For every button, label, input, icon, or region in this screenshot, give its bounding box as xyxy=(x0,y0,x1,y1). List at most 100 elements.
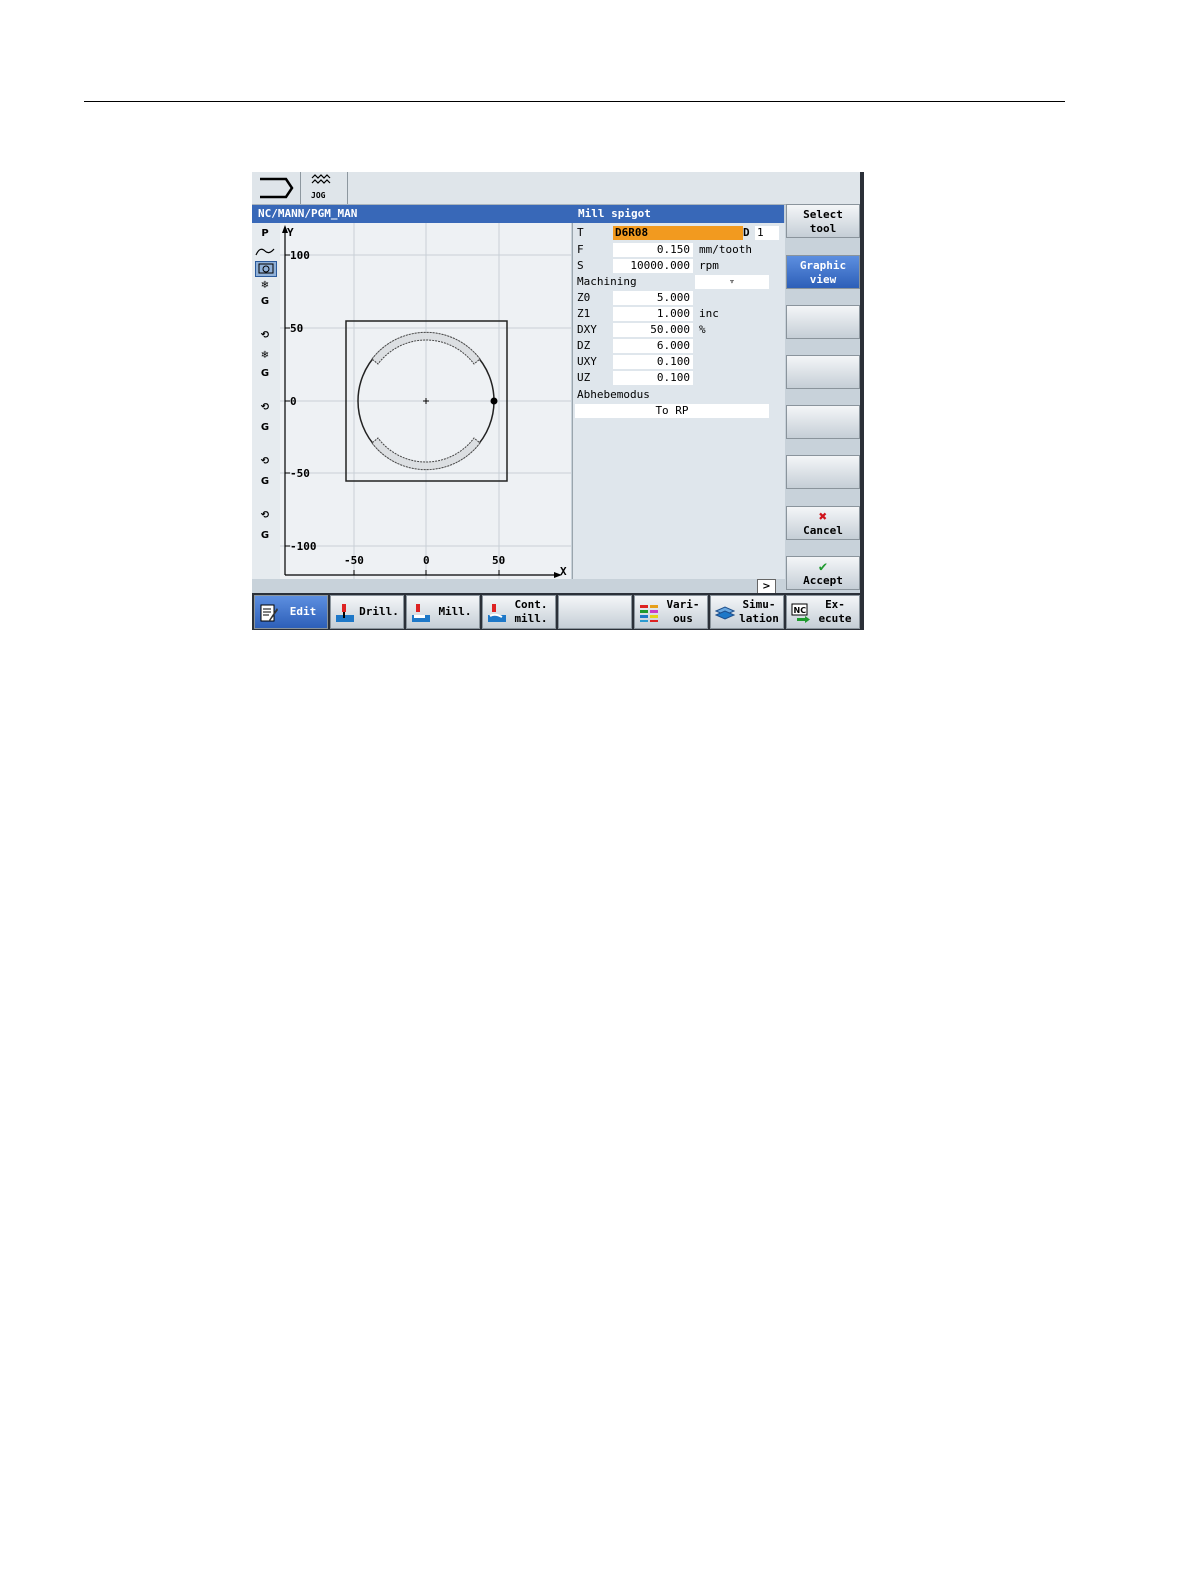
speed-field[interactable]: 10000.000 xyxy=(613,259,693,273)
param-label: Z1 xyxy=(577,307,591,320)
g-code-step-3[interactable]: G xyxy=(255,421,275,435)
accept-button[interactable]: ✔ Accept xyxy=(786,556,860,590)
param-label: UXY xyxy=(577,355,597,368)
softkey-label: Edit xyxy=(289,605,317,618)
contour-mill-softkey[interactable]: Cont. mill. xyxy=(482,595,556,629)
execute-softkey[interactable]: NC Ex- ecute xyxy=(786,595,860,629)
parameter-panel: T D6R08 D 1 F 0.150 mm/tooth S 10000.000… xyxy=(572,223,785,579)
cycle-title: Mill spigot xyxy=(572,205,784,223)
z0-field[interactable]: 5.000 xyxy=(613,291,693,305)
jog-icon xyxy=(311,174,331,184)
contour-step-icon[interactable] xyxy=(255,245,275,259)
param-row-retract: To RP xyxy=(573,403,785,419)
d-label: D xyxy=(743,226,750,239)
param-row-uxy: UXY 0.100 xyxy=(573,354,785,370)
start-point-marker xyxy=(490,397,498,405)
screen-right-edge xyxy=(860,172,864,630)
jog-mode-label: JOG xyxy=(311,191,326,200)
top-bar: JOG xyxy=(252,172,860,205)
y-tick: -100 xyxy=(290,540,317,553)
edit-icon xyxy=(260,604,278,622)
param-row-uz: UZ 0.100 xyxy=(573,370,785,386)
program-header-step[interactable]: P xyxy=(255,227,275,241)
more-parameters-button[interactable]: > xyxy=(757,579,776,594)
vertical-softkey-5[interactable] xyxy=(786,405,860,439)
drill-softkey[interactable]: Drill. xyxy=(330,595,404,629)
x-tick: 50 xyxy=(492,554,505,567)
machine-area-icon[interactable] xyxy=(258,176,296,200)
param-label: F xyxy=(577,243,584,256)
uxy-field[interactable]: 0.100 xyxy=(613,355,693,369)
retract-mode-field[interactable]: To RP xyxy=(575,404,769,418)
program-path: NC/MANN/PGM_MAN xyxy=(252,205,572,223)
g-code-step-1[interactable]: G xyxy=(255,295,275,309)
param-row-z0: Z0 5.000 xyxy=(573,290,785,306)
param-label: Z0 xyxy=(577,291,591,304)
param-row-machining: Machining ▿ xyxy=(573,274,785,290)
z1-field[interactable]: 1.000 xyxy=(613,307,693,321)
softkey-label: Mill. xyxy=(438,605,472,618)
uz-field[interactable]: 0.100 xyxy=(613,371,693,385)
settings-icon[interactable]: ❄ xyxy=(255,349,275,363)
contour-mill-icon xyxy=(488,604,506,622)
feed-field[interactable]: 0.150 xyxy=(613,243,693,257)
accept-label: Accept xyxy=(803,574,843,587)
edit-softkey[interactable]: Edit xyxy=(254,595,328,629)
simulation-softkey[interactable]: Simu- lation xyxy=(710,595,784,629)
param-row-f: F 0.150 mm/tooth xyxy=(573,242,785,258)
param-unit: % xyxy=(699,323,706,336)
dz-field[interactable]: 6.000 xyxy=(613,339,693,353)
param-label: Abhebemodus xyxy=(577,388,650,401)
drill-step-icon[interactable]: ⟲ xyxy=(255,329,275,343)
param-unit: mm/tooth xyxy=(699,243,752,256)
g-code-step-2[interactable]: G xyxy=(255,367,275,381)
simulation-icon xyxy=(715,606,735,620)
execute-icon: NC xyxy=(791,603,810,623)
empty-softkey[interactable] xyxy=(558,595,632,629)
param-row-s: S 10000.000 rpm xyxy=(573,258,785,274)
param-unit: inc xyxy=(699,307,719,320)
param-unit: rpm xyxy=(699,259,719,272)
mill-softkey[interactable]: Mill. xyxy=(406,595,480,629)
drill-step-icon[interactable]: ⟲ xyxy=(255,401,275,415)
param-row-dz: DZ 6.000 xyxy=(573,338,785,354)
various-softkey[interactable]: Vari- ous xyxy=(634,595,708,629)
param-row-retract-label: Abhebemodus xyxy=(573,387,785,403)
softkey-label xyxy=(561,596,629,628)
accept-check-icon: ✔ xyxy=(818,559,828,575)
vertical-softkey-6[interactable] xyxy=(786,455,860,489)
param-label: S xyxy=(577,259,584,272)
spigot-step-icon[interactable] xyxy=(255,261,277,277)
settings-icon[interactable]: ❄ xyxy=(255,279,275,293)
mill-icon xyxy=(412,604,430,622)
y-tick: 0 xyxy=(290,395,297,408)
d-number-field[interactable]: 1 xyxy=(755,226,779,240)
various-icon xyxy=(640,605,658,622)
param-label: Machining xyxy=(577,275,637,288)
cancel-x-icon: ✖ xyxy=(818,509,828,525)
page-top-rule xyxy=(84,101,1065,102)
y-axis-label: Y xyxy=(287,226,294,239)
program-steps-column: P ❄ G ⟲ ❄ G ⟲ G ⟲ G ⟲ G xyxy=(252,223,281,579)
g-code-step-5[interactable]: G xyxy=(255,529,275,543)
y-tick: -50 xyxy=(290,467,310,480)
tool-name-field[interactable]: D6R08 xyxy=(613,226,743,240)
cancel-button[interactable]: ✖ Cancel xyxy=(786,506,860,540)
hmi-screen: JOG NC/MANN/PGM_MAN Mill spigot P ❄ G ⟲ … xyxy=(252,172,864,630)
y-tick: 50 xyxy=(290,322,303,335)
param-label: T xyxy=(577,226,584,239)
x-tick: -50 xyxy=(344,554,364,567)
dxy-field[interactable]: 50.000 xyxy=(613,323,693,337)
vertical-softkey-3[interactable] xyxy=(786,305,860,339)
param-label: DZ xyxy=(577,339,591,352)
machining-select[interactable]: ▿ xyxy=(695,275,769,289)
graphic-view-button[interactable]: Graphic view xyxy=(786,255,860,289)
param-label: UZ xyxy=(577,371,591,384)
softkey-label: Drill. xyxy=(359,605,399,618)
param-row-z1: Z1 1.000 inc xyxy=(573,306,785,322)
g-code-step-4[interactable]: G xyxy=(255,475,275,489)
select-tool-button[interactable]: Select tool xyxy=(786,204,860,238)
drill-step-icon[interactable]: ⟲ xyxy=(255,509,275,523)
vertical-softkey-4[interactable] xyxy=(786,355,860,389)
drill-step-icon[interactable]: ⟲ xyxy=(255,455,275,469)
